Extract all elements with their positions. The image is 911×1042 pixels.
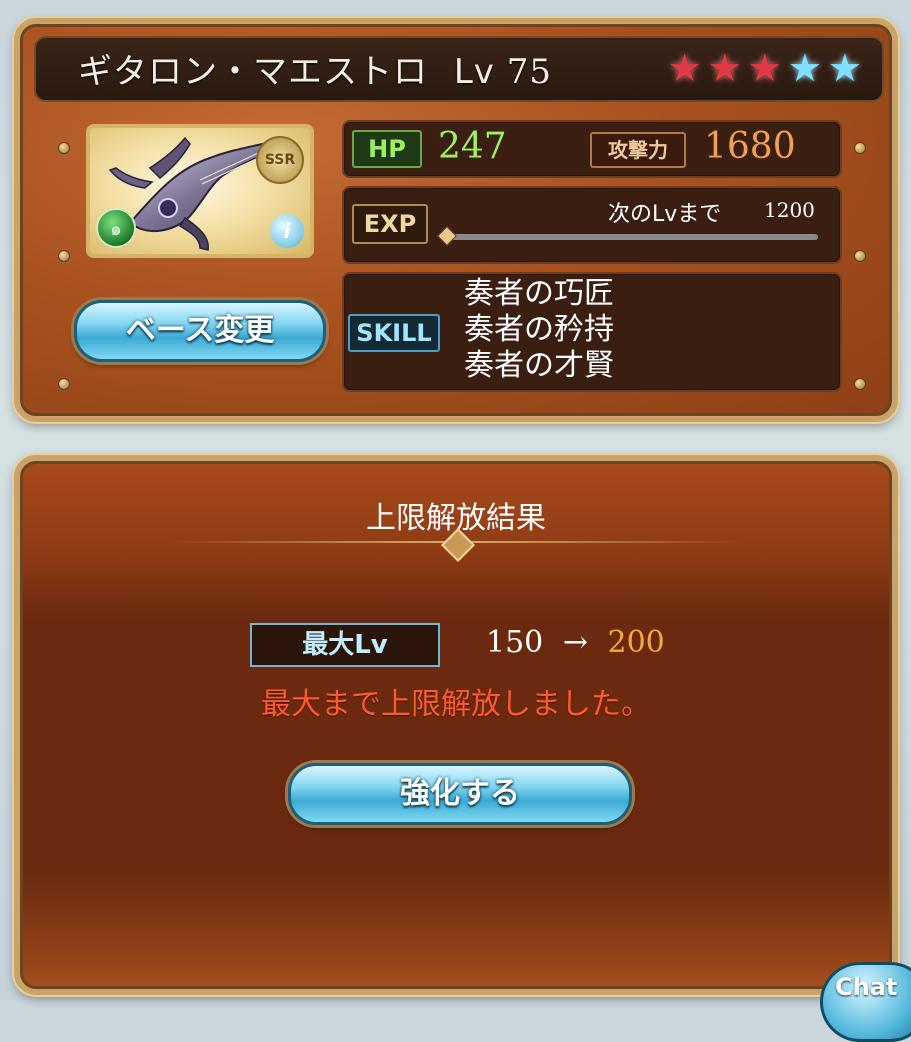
- arrow-icon: →: [562, 625, 588, 660]
- level-prefix: Lv: [453, 52, 495, 92]
- attack-label: 攻撃力: [590, 132, 686, 168]
- ssr-rarity-badge: SSR: [256, 136, 304, 184]
- star-icon: ★: [667, 46, 702, 90]
- rivet: [854, 142, 866, 154]
- uncap-result-panel: 上限解放結果 最大Lv 150 → 200 最大まで上限解放しました。 強化する: [14, 455, 898, 995]
- uncap-message: 最大まで上限解放しました。: [261, 687, 651, 722]
- weapon-portrait[interactable]: SSR ๑ i: [86, 124, 314, 258]
- rivet: [854, 250, 866, 262]
- rarity-stars: ★ ★ ★ ★ ★: [668, 48, 862, 88]
- chat-button[interactable]: Chat: [820, 962, 911, 1042]
- star-icon: ★: [747, 46, 782, 90]
- weapon-name: ギタロン・マエストロ: [78, 52, 428, 92]
- attack-value: 1680: [704, 126, 796, 167]
- new-max-level: 200: [607, 625, 665, 660]
- star-icon: ★: [787, 46, 822, 90]
- rivet: [58, 250, 70, 262]
- next-level-label: 次のLvまで: [608, 202, 722, 227]
- title-bar: ギタロン・マエストロ Lv 75 ★ ★ ★ ★ ★: [34, 36, 884, 102]
- hp-label: HP: [352, 130, 422, 168]
- exp-label: EXP: [352, 204, 428, 244]
- skill-item[interactable]: 奏者の巧匠: [464, 276, 614, 312]
- enhance-button[interactable]: 強化する: [288, 763, 632, 825]
- skill-label: SKILL: [348, 314, 440, 352]
- exp-row: EXP 次のLvまで 1200: [342, 186, 842, 264]
- info-icon[interactable]: i: [270, 214, 304, 248]
- hp-attack-row: HP 247 攻撃力 1680: [342, 120, 842, 178]
- weapon-status-panel: ギタロン・マエストロ Lv 75 ★ ★ ★ ★ ★ SSR ๑ i ベース変更…: [14, 18, 898, 422]
- change-base-button[interactable]: ベース変更: [74, 300, 326, 362]
- max-level-change: 150 → 200: [486, 625, 665, 660]
- max-level-label: 最大Lv: [250, 623, 440, 667]
- skill-item[interactable]: 奏者の矜持: [464, 312, 614, 348]
- rivet: [58, 142, 70, 154]
- next-level-value: 1200: [764, 198, 815, 222]
- weapon-level: 75: [506, 52, 552, 92]
- star-icon: ★: [827, 46, 862, 90]
- exp-progress-bar: [444, 234, 818, 240]
- exp-marker-icon: [437, 226, 457, 246]
- previous-max-level: 150: [486, 625, 544, 660]
- rivet: [58, 378, 70, 390]
- skill-item[interactable]: 奏者の才賢: [464, 348, 614, 384]
- hp-value: 247: [438, 126, 507, 167]
- wind-element-icon: ๑: [96, 208, 136, 248]
- weapon-title: ギタロン・マエストロ Lv 75: [78, 44, 552, 93]
- skill-row: SKILL 奏者の巧匠 奏者の矜持 奏者の才賢: [342, 272, 842, 392]
- star-icon: ★: [707, 46, 742, 90]
- skill-list: 奏者の巧匠 奏者の矜持 奏者の才賢: [464, 276, 614, 384]
- rivet: [854, 378, 866, 390]
